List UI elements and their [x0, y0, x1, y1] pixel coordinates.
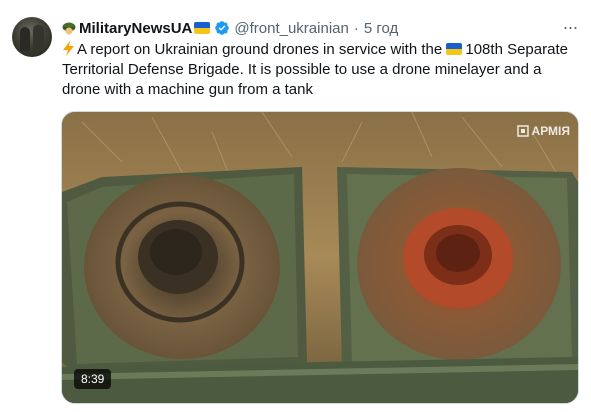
video-thumbnail [62, 112, 578, 403]
more-options-icon[interactable]: ··· [558, 18, 582, 38]
army-tv-logo-icon [516, 125, 529, 137]
watermark-text: АРМІЯ [531, 124, 570, 138]
video-duration: 8:39 [74, 369, 112, 389]
tweet-text: A report on Ukrainian ground drones in s… [62, 40, 582, 100]
author-handle[interactable]: @front_ukrainian [234, 20, 348, 37]
tweet-header: MilitaryNewsUA @front_ukrainian · 5 год [62, 18, 398, 38]
soldier-emoji-icon [62, 22, 76, 35]
lightning-emoji-icon [63, 41, 74, 56]
verified-badge-icon[interactable] [214, 20, 230, 36]
tweet-timestamp[interactable]: 5 год [364, 20, 398, 37]
video-watermark: АРМІЯ [516, 124, 570, 138]
ukraine-flag-icon [194, 22, 211, 34]
ukraine-flag-icon [446, 43, 463, 55]
avatar-figure [20, 27, 30, 51]
avatar[interactable] [12, 17, 52, 57]
author-name[interactable]: MilitaryNewsUA [79, 20, 192, 37]
video-player[interactable]: АРМІЯ 8:39 [61, 111, 579, 404]
tweet[interactable]: MilitaryNewsUA @front_ukrainian · 5 год … [0, 0, 591, 412]
header-separator: · [353, 19, 359, 37]
avatar-figure [33, 25, 44, 51]
tweet-text-part1: A report on Ukrainian ground drones in s… [77, 41, 443, 58]
